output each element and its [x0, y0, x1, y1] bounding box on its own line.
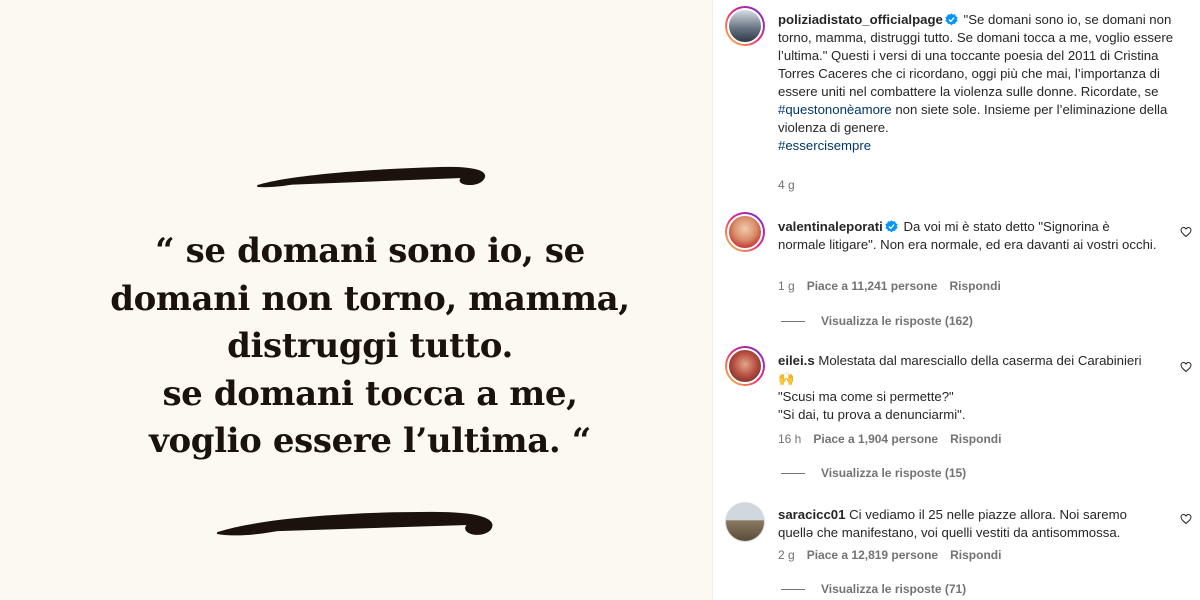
comment-text: Molestata dal maresciallo della caserma … — [778, 353, 1142, 386]
comment-likes[interactable]: Piace a 12,819 persone — [807, 548, 938, 562]
quote-line: distruggi tutto. — [227, 326, 513, 366]
verified-badge-icon — [945, 13, 958, 26]
bottom-flourish-ornament — [216, 511, 493, 536]
avatar-eilei[interactable] — [725, 346, 765, 386]
view-replies-label: Visualizza le risposte (71) — [821, 582, 967, 596]
comment-meta: 2 g Piace a 12,819 persone Rispondi — [778, 548, 1013, 562]
caption: poliziadistato_officialpage "Se domani s… — [778, 11, 1188, 155]
like-heart-icon[interactable] — [1180, 226, 1192, 238]
view-replies-label: Visualizza le risposte (162) — [821, 314, 973, 328]
comment-meta: 16 h Piace a 1,904 persone Rispondi — [778, 432, 1013, 446]
quote-text: “ se domani sono io, se domani non torno… — [40, 228, 700, 466]
comment-likes[interactable]: Piace a 1,904 persone — [813, 432, 938, 446]
quote-line: “ se domani sono io, se — [155, 231, 585, 271]
comment-time[interactable]: 2 g — [778, 548, 795, 562]
comment-time[interactable]: 16 h — [778, 432, 801, 446]
like-heart-icon[interactable] — [1180, 361, 1192, 373]
comment-username[interactable]: eilei.s — [778, 353, 815, 368]
avatar-saracicc01[interactable] — [725, 502, 765, 542]
reply-button[interactable]: Rispondi — [950, 548, 1001, 562]
reply-button[interactable]: Rispondi — [949, 279, 1000, 293]
comment-text-line: "Si dai, tu prova a denunciarmi". — [778, 407, 966, 422]
view-replies-button[interactable]: Visualizza le risposte (71) — [781, 582, 966, 596]
view-replies-button[interactable]: Visualizza le risposte (15) — [781, 466, 966, 480]
comment-meta: 1 g Piace a 11,241 persone Rispondi — [778, 279, 1013, 293]
comment-username[interactable]: valentinaleporati — [778, 219, 883, 234]
verified-badge-icon — [885, 220, 898, 233]
hashtag-link[interactable]: #essercisempre — [778, 138, 871, 153]
quote-line: voglio essere l’ultima. “ — [149, 421, 591, 461]
hashtag-link[interactable]: #questononèamore — [778, 102, 892, 117]
comment-username[interactable]: saracicc01 — [778, 507, 845, 522]
caption-meta: 4 g — [778, 178, 807, 192]
quote-line: domani non torno, mamma, — [110, 278, 630, 319]
reply-button[interactable]: Rispondi — [950, 432, 1001, 446]
comment-time[interactable]: 1 g — [778, 279, 795, 293]
comment-likes[interactable]: Piace a 11,241 persone — [807, 279, 938, 293]
view-replies-label: Visualizza le risposte (15) — [821, 466, 967, 480]
top-flourish-ornament — [257, 166, 485, 188]
comment-1: valentinaleporati Da voi mi è stato dett… — [778, 218, 1158, 254]
comment-3: saracicc01 Ci vediamo il 25 nelle piazze… — [778, 506, 1163, 542]
comment-2: eilei.s Molestata dal maresciallo della … — [778, 352, 1158, 424]
replies-line — [781, 473, 805, 475]
view-replies-button[interactable]: Visualizza le risposte (162) — [781, 314, 973, 328]
replies-line — [781, 589, 805, 591]
post-image[interactable]: “ se domani sono io, se domani non torno… — [0, 0, 712, 600]
avatar-valentinaleporati[interactable] — [725, 212, 765, 252]
quote-line: se domani tocca a me, — [162, 373, 578, 414]
caption-time[interactable]: 4 g — [778, 178, 795, 192]
comment-text-line: "Scusi ma come si permette?" — [778, 389, 954, 404]
like-heart-icon[interactable] — [1180, 513, 1192, 525]
caption-username[interactable]: poliziadistato_officialpage — [778, 12, 943, 27]
avatar-poliziadistato[interactable] — [725, 6, 765, 46]
replies-line — [781, 321, 805, 323]
comments-panel[interactable]: poliziadistato_officialpage "Se domani s… — [713, 0, 1200, 600]
